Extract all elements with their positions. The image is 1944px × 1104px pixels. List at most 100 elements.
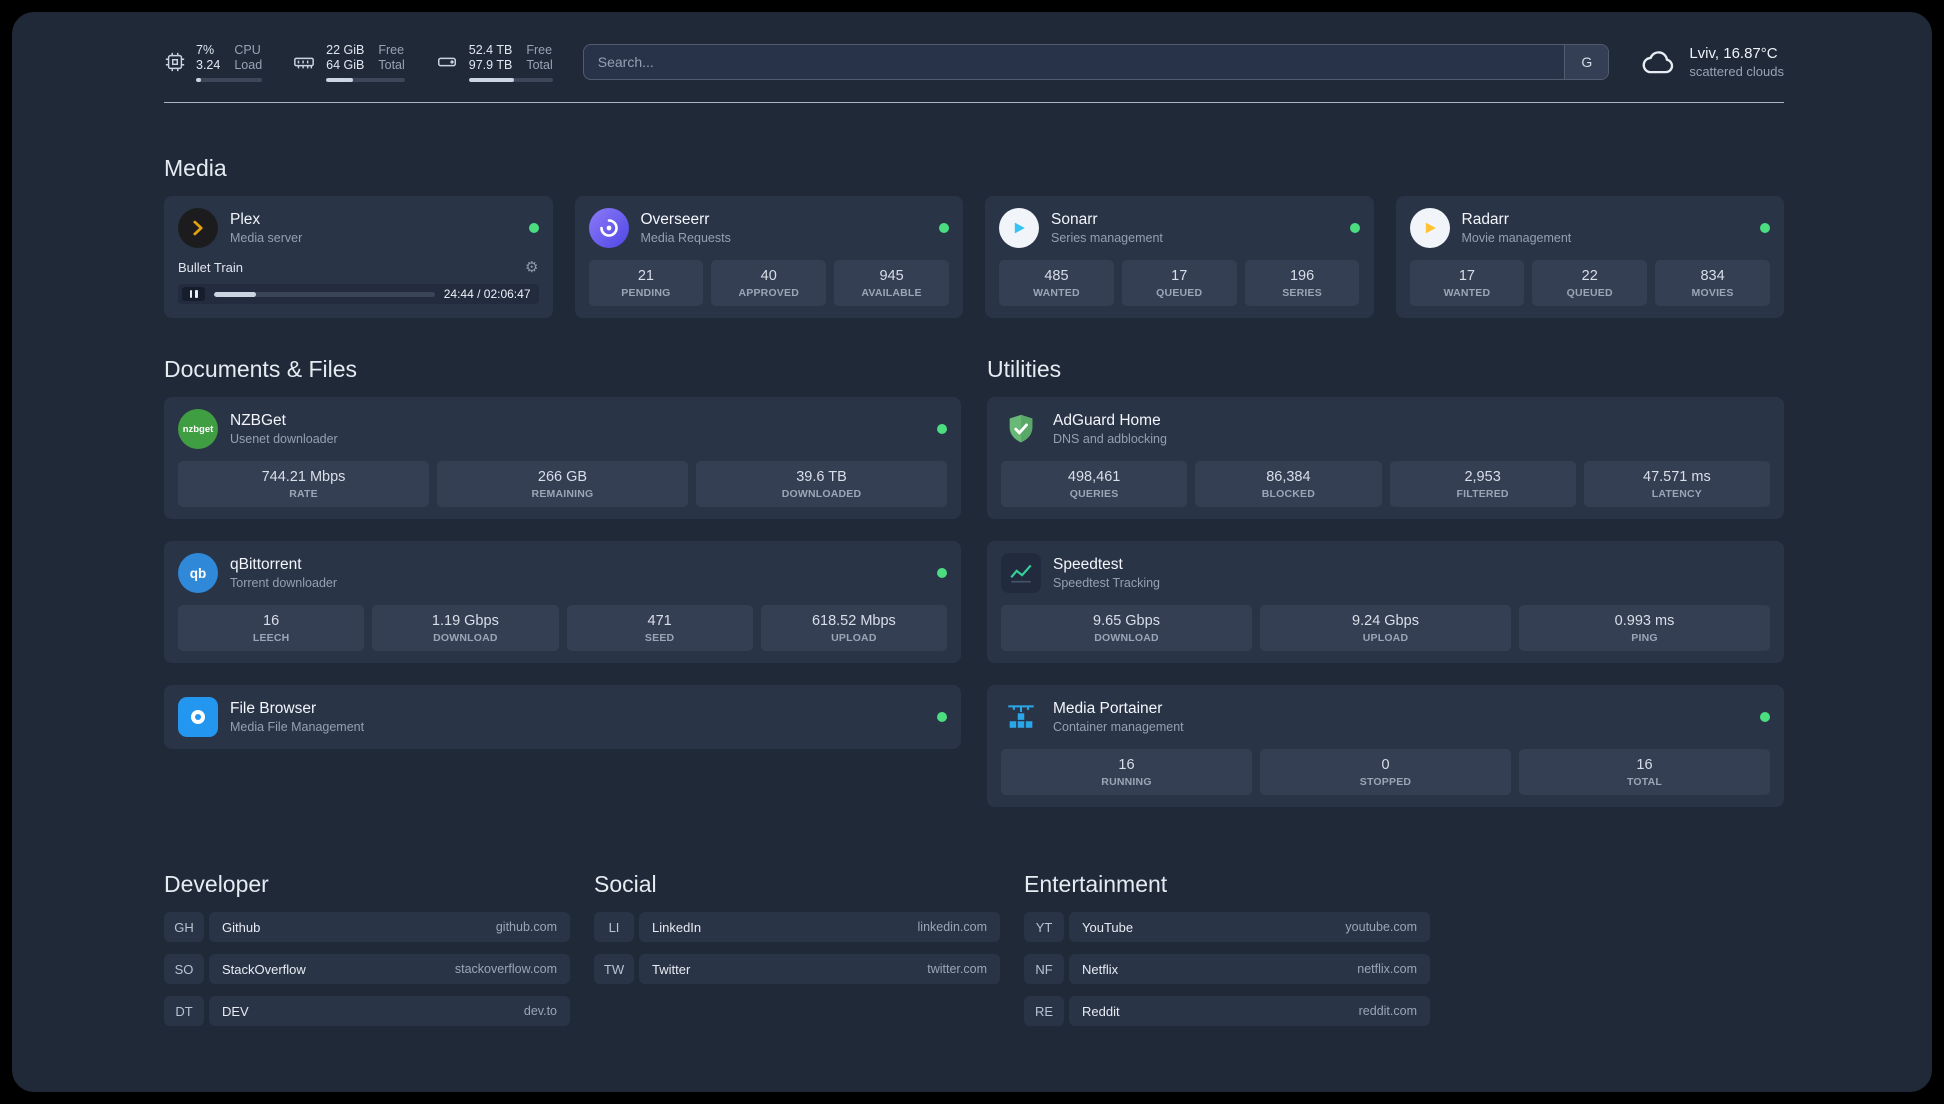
disk-label-2: Total [526,57,553,72]
stat-label: AVAILABLE [861,287,922,299]
disk-label-1: Free [526,42,553,57]
disk-progress-bar [468,77,553,82]
disk-free: 52.4 TB [468,42,513,57]
stat-available: 945 AVAILABLE [834,260,949,306]
qbittorrent-icon: qb [178,553,218,593]
stat-label: BLOCKED [1261,488,1316,500]
service-name: File Browser [230,700,317,717]
service-card-sonarr[interactable]: Sonarr Series management 485 WANTED 17 Q… [985,196,1374,318]
stat-value: 0 [1381,757,1390,773]
gear-icon[interactable]: ⚙ [525,260,538,275]
bookmark-youtube[interactable]: YT YouTube youtube.com [1024,912,1430,942]
bookmark-url: dev.to [523,1004,557,1018]
stat-value: 2,953 [1464,469,1501,485]
stat-value: 485 [1044,268,1069,284]
memory-progress-bar [326,77,405,82]
search-bar: G [582,44,1610,80]
bookmark-reddit[interactable]: RE Reddit reddit.com [1024,996,1430,1026]
bookmark-stackoverflow[interactable]: SO StackOverflow stackoverflow.com [164,954,570,984]
bookmark-abbr: DT [164,996,204,1026]
stat-download: 9.65 Gbps DOWNLOAD [1001,605,1252,651]
service-description: Torrent downloader [230,576,338,590]
memory-free: 22 GiB [326,42,365,57]
bookmark-group-social: Social LI LinkedIn linkedin.com TW Twitt… [594,871,1000,1038]
service-card-speedtest[interactable]: Speedtest Speedtest Tracking 9.65 Gbps D… [987,541,1784,663]
service-card-radarr[interactable]: Radarr Movie management 17 WANTED 22 QUE… [1395,196,1784,318]
bookmark-url: twitter.com [927,962,987,976]
bookmark-dev[interactable]: DT DEV dev.to [164,996,570,1026]
stat-download: 1.19 Gbps DOWNLOAD [372,605,559,651]
stat-series: 196 SERIES [1244,260,1360,306]
stat-label: REMAINING [531,488,594,500]
service-card-filebrowser[interactable]: File Browser Media File Management [164,685,961,749]
cpu-percent: 7% [196,42,215,57]
stat-downloaded: 39.6 TB DOWNLOADED [696,461,947,507]
stat-value: 834 [1700,268,1725,284]
stat-leech: 16 LEECH [178,605,365,651]
disk-icon [435,51,459,73]
cpu-label-2: Load [234,57,263,72]
plex-icon [178,208,218,248]
bookmark-github[interactable]: GH Github github.com [164,912,570,942]
disk-total: 97.9 TB [468,57,513,72]
stat-queued: 22 QUEUED [1532,260,1648,306]
stat-label: TOTAL [1626,776,1663,788]
stat-blocked: 86,384 BLOCKED [1195,461,1382,507]
playback-progress-bar[interactable] [214,291,435,297]
bookmark-name: Twitter [652,961,691,977]
stat-value: 21 [637,268,654,284]
stat-value: 9.65 Gbps [1093,613,1160,629]
bookmark-netflix[interactable]: NF Netflix netflix.com [1024,954,1430,984]
service-name: Speedtest [1053,556,1123,573]
stat-latency: 47.571 ms LATENCY [1583,461,1770,507]
stat-label: WANTED [1033,287,1080,299]
stat-label: LATENCY [1651,488,1702,500]
status-dot-online [939,223,949,233]
bookmark-abbr: YT [1024,912,1064,942]
service-name: AdGuard Home [1053,412,1161,429]
stat-ping: 0.993 ms PING [1519,605,1770,651]
bookmark-abbr: TW [594,954,634,984]
sonarr-icon [999,208,1039,248]
stat-label: FILTERED [1456,488,1509,500]
bookmark-linkedin[interactable]: LI LinkedIn linkedin.com [594,912,1000,942]
section-title-media: Media [164,155,227,181]
stat-value: 498,461 [1067,469,1121,485]
filebrowser-icon [178,697,218,737]
speedtest-icon [1001,553,1041,593]
stat-value: 9.24 Gbps [1352,613,1419,629]
section-title-utilities: Utilities [987,356,1062,382]
playback-time: 24:44 / 02:06:47 [443,287,531,301]
bookmark-url: reddit.com [1358,1004,1417,1018]
bookmark-abbr: LI [594,912,634,942]
stat-value: 744.21 Mbps [261,469,346,485]
bookmark-abbr: SO [164,954,204,984]
adguard-icon [1001,409,1041,449]
service-card-plex[interactable]: Plex Media server Bullet Train ⚙ 24:44 /… [164,196,553,318]
stat-upload: 9.24 Gbps UPLOAD [1260,605,1511,651]
stat-label: UPLOAD [831,632,877,644]
service-card-nzbget[interactable]: nzbget NZBGet Usenet downloader 744.21 M… [164,397,961,519]
service-card-overseerr[interactable]: Overseerr Media Requests 21 PENDING 40 A… [574,196,963,318]
service-card-adguard[interactable]: AdGuard Home DNS and adblocking 498,461 … [987,397,1784,519]
service-description: DNS and adblocking [1053,432,1167,446]
stat-value: 40 [760,268,777,284]
service-card-qbittorrent[interactable]: qb qBittorrent Torrent downloader 16 LEE… [164,541,961,663]
stat-stopped: 0 STOPPED [1260,749,1511,795]
stat-label: SERIES [1282,287,1322,299]
cpu-widget: 7% 3.24 CPU Load [164,42,263,82]
service-name: qBittorrent [230,556,302,573]
stat-pending: 21 PENDING [588,260,704,306]
service-description: Series management [1051,231,1163,245]
search-provider-button[interactable]: G [1564,45,1609,79]
service-card-portainer[interactable]: Media Portainer Container management 16 … [987,685,1784,807]
nzbget-logo-text: nzbget [182,423,214,435]
stat-label: MOVIES [1691,287,1734,299]
service-name: Media Portainer [1053,700,1163,717]
stat-value: 471 [647,613,672,629]
bookmark-twitter[interactable]: TW Twitter twitter.com [594,954,1000,984]
search-input[interactable] [583,45,1565,79]
pause-button[interactable] [182,287,205,301]
service-description: Container management [1053,720,1184,734]
stat-remaining: 266 GB REMAINING [437,461,688,507]
